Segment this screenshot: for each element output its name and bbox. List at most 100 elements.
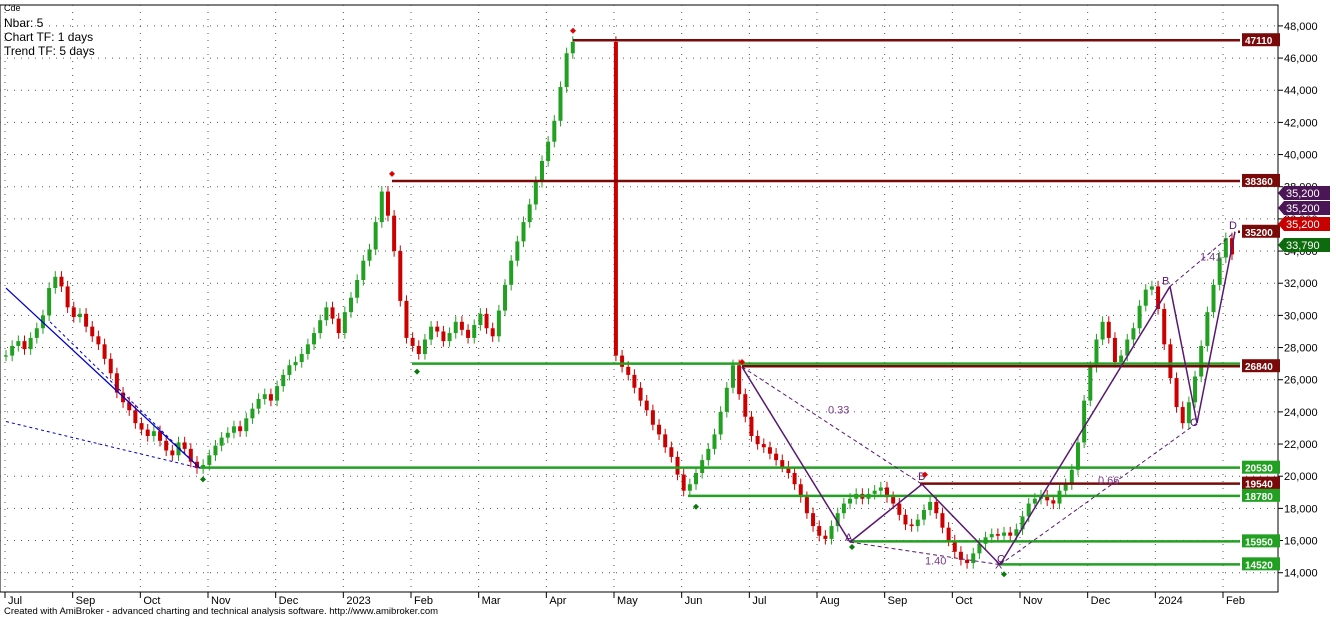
pattern-point-label: B (1162, 275, 1169, 287)
pattern-leg (999, 286, 1171, 566)
y-tick-label: 22,000 (1284, 439, 1318, 451)
candle-body (262, 394, 267, 400)
y-tick-label: 42,000 (1284, 117, 1318, 129)
y-tick-label: 16,000 (1284, 536, 1318, 548)
candle-body (275, 386, 280, 401)
candle-body (552, 120, 557, 142)
candle-body (724, 387, 729, 412)
price-tag-label: 35,200 (1286, 203, 1320, 215)
candle-body (293, 362, 298, 366)
candle-body (675, 456, 680, 475)
x-tick-label: Jun (685, 595, 703, 607)
candle-body (250, 408, 255, 419)
pattern-ratio-label: 0.66 (1098, 475, 1119, 487)
level-tag-label: 35200 (1245, 228, 1273, 239)
candle-body (681, 474, 686, 491)
candle-body (305, 344, 310, 354)
candle-body (28, 337, 33, 350)
candle-body (921, 509, 926, 520)
candle-body (484, 313, 489, 329)
candle-body (238, 426, 243, 432)
pattern-point-label: D (1229, 220, 1237, 232)
candle-body (903, 514, 908, 525)
y-tick-label: 48,000 (1284, 21, 1318, 33)
candle-body (632, 374, 637, 388)
candle-body (1051, 500, 1056, 504)
candle-body (761, 444, 766, 448)
x-tick-label: Sep (888, 595, 908, 607)
candle-body (139, 423, 144, 430)
price-chart: 14,000 16,000 18,000 20,000 22,000 24,000 26,0… (0, 4, 1330, 607)
y-tick-label: 24,000 (1284, 407, 1318, 419)
candle-body (459, 321, 464, 330)
y-tick-label: 32,000 (1284, 278, 1318, 290)
candle-body (22, 341, 27, 350)
candle-body (244, 418, 249, 432)
y-tick-label: 20,000 (1284, 471, 1318, 483)
candle-body (774, 453, 779, 461)
candle-body (1032, 498, 1037, 504)
candle-body (792, 472, 797, 485)
candle-body (256, 399, 261, 409)
x-tick-label: Jul (752, 595, 766, 607)
candle-body (441, 331, 446, 342)
pivot-marker (570, 27, 576, 34)
pattern-ratio-label: 1.40 (925, 556, 946, 568)
y-tick-label: 44,000 (1284, 85, 1318, 97)
y-tick-label: 30,000 (1284, 310, 1318, 322)
candle-body (1002, 532, 1007, 536)
candle-body (1057, 490, 1062, 504)
candle-body (1211, 284, 1216, 313)
candle-body (755, 436, 760, 445)
candle-body (749, 416, 754, 437)
candle-body (811, 513, 816, 527)
candle-body (207, 455, 212, 465)
candle-body (466, 329, 471, 338)
candle-body (1063, 484, 1068, 491)
candle-body (404, 300, 409, 338)
candle-body (1168, 344, 1173, 379)
candle-body (1149, 286, 1154, 290)
candle-body (77, 313, 82, 317)
candle-body (429, 326, 434, 340)
candle-body (841, 503, 846, 514)
candle-body (669, 447, 674, 457)
candle-body (1143, 289, 1148, 306)
x-tick-label: Oct (955, 595, 972, 607)
candle-body (650, 410, 655, 425)
candle-body (521, 222, 526, 242)
candle-body (946, 527, 951, 541)
candle-body (71, 307, 76, 317)
candle-body (398, 251, 403, 301)
candle-body (453, 321, 458, 334)
pivot-marker (389, 170, 395, 177)
price-tag-label: 35,200 (1286, 188, 1320, 200)
candle-body (1137, 305, 1142, 329)
y-tick-label: 40,000 (1284, 150, 1318, 162)
candle-body (53, 276, 58, 289)
candle-body (1100, 321, 1105, 340)
candle-body (989, 534, 994, 538)
x-tick-label: Aug (820, 595, 840, 607)
candle-body (817, 526, 822, 536)
pattern-leg (741, 366, 851, 543)
candle-body (539, 160, 544, 182)
candle-body (47, 288, 52, 316)
candle-body (915, 519, 920, 527)
level-tag-label: 26840 (1245, 362, 1273, 373)
candle-body (663, 434, 668, 448)
candle-body (145, 429, 150, 437)
plot-frame (0, 4, 1279, 593)
candle-body (626, 366, 631, 375)
pattern-ratio-label: 0.33 (828, 404, 849, 416)
candle-body (361, 260, 366, 281)
level-tag-label: 47110 (1245, 36, 1273, 47)
candle-body (367, 249, 372, 261)
candle-body (1082, 400, 1087, 443)
candle-body (687, 484, 692, 491)
candle-body (1112, 337, 1117, 363)
candle-body (182, 442, 187, 449)
level-tag-label: 20530 (1245, 464, 1273, 475)
chart-tf-label: Chart TF: 1 days (4, 30, 94, 44)
candle-body (422, 339, 427, 354)
